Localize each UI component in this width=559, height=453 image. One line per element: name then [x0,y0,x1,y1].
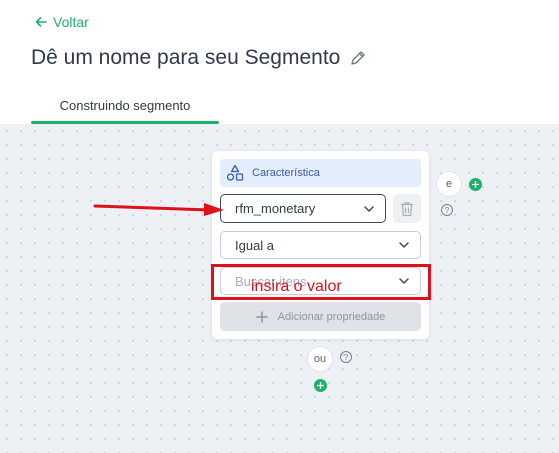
and-help-icon[interactable]: ? [441,204,453,216]
add-property-label: Adicionar propriedade [277,310,386,323]
property-select-value: rfm_monetary [235,201,316,216]
help-glyph: ? [343,352,349,362]
add-or-button[interactable] [314,379,327,392]
plus-icon [472,181,479,188]
tab-label: Construindo segmento [59,98,191,113]
or-connector[interactable]: ou [307,346,333,372]
operator-select-value: Igual a [235,237,275,253]
section-label: Característica [252,167,320,179]
annotation-text: insira o valor [251,278,342,295]
trash-icon [401,201,413,216]
add-property-button[interactable]: Adicionar propriedade [220,302,421,331]
plus-icon [317,382,324,389]
back-link[interactable]: Voltar [35,14,89,30]
delete-condition-button[interactable] [393,194,421,223]
page-title-text: Dê um nome para seu Segmento [31,46,341,69]
property-select[interactable]: rfm_monetary [220,194,386,223]
back-label: Voltar [53,14,89,30]
add-and-button[interactable] [469,178,482,191]
or-help-icon[interactable]: ? [340,351,352,363]
tab-construindo-segmento[interactable]: Construindo segmento [31,96,219,124]
page-title: Dê um nome para seu Segmento [31,46,366,70]
section-header: Característica [220,159,421,187]
and-label: e [445,178,453,190]
help-glyph: ? [444,205,450,215]
chevron-down-icon [364,205,374,212]
operator-select[interactable]: Igual a [220,231,421,259]
shapes-icon [226,164,244,181]
condition-card: Característica rfm_monetary Igual a Busc… [212,151,429,339]
annotation-arrow [93,203,224,216]
and-connector[interactable]: e [436,171,462,197]
arrow-left-icon [35,17,47,27]
pencil-icon[interactable] [350,50,366,66]
page-header: Voltar Dê um nome para seu Segmento Cons… [0,0,559,124]
or-label: ou [313,353,327,365]
plus-icon [255,310,268,323]
chevron-down-icon [399,242,409,248]
